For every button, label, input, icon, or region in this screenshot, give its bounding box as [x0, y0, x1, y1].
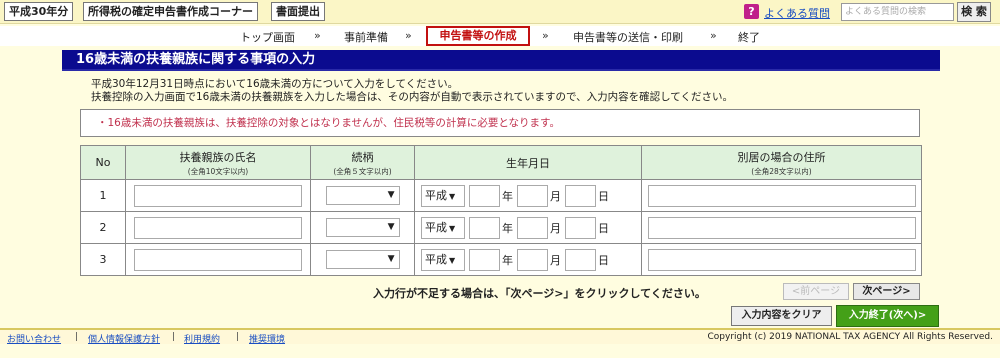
more-rows-note: 入力行が不足する場合は、「次ページ>」をクリックしてください。 — [373, 287, 706, 300]
year-label: 年 — [502, 253, 513, 267]
chevron-down-icon: ▼ — [449, 255, 456, 265]
footer-separator: | — [236, 332, 240, 342]
header-address: 別居の場合の住所 (全角28文字以内) — [641, 145, 922, 180]
day-label: 日 — [598, 253, 609, 267]
page-title: 16歳未満の扶養親族に関する事項の入力 — [62, 50, 940, 71]
name-input[interactable] — [134, 184, 302, 207]
year-input[interactable] — [469, 248, 500, 271]
faq-search-input[interactable] — [841, 3, 954, 21]
day-input[interactable] — [565, 216, 596, 239]
corner-title-tag: 所得税の確定申告書作成コーナー — [83, 2, 258, 21]
day-input[interactable] — [565, 184, 596, 207]
footer-link-terms[interactable]: 利用規約 — [184, 332, 220, 345]
era-select[interactable]: 平成 ▼ — [421, 184, 465, 207]
name-input[interactable] — [134, 216, 302, 239]
top-header: 平成30年分 所得税の確定申告書作成コーナー 書面提出 ? よくある質問 検 索 — [0, 0, 1000, 24]
year-input[interactable] — [469, 184, 500, 207]
finish-input-button[interactable]: 入力終了(次へ)> — [836, 305, 939, 327]
chevron-down-icon: ▼ — [387, 222, 395, 232]
step-prep: 事前準備 — [344, 31, 388, 44]
era-select[interactable]: 平成 ▼ — [421, 216, 465, 239]
step-top: トップ画面 — [240, 31, 295, 44]
clear-input-button[interactable]: 入力内容をクリア — [731, 306, 832, 326]
footer-separator: | — [172, 332, 176, 342]
help-question-icon[interactable]: ? — [744, 4, 759, 19]
month-input[interactable] — [517, 184, 548, 207]
month-label: 月 — [550, 189, 561, 203]
step-end: 終了 — [738, 31, 760, 44]
progress-steps: トップ画面 » 事前準備 » 申告書等の作成 » 申告書等の送信・印刷 » 終了 — [0, 26, 1000, 46]
year-label: 年 — [502, 221, 513, 235]
address-input[interactable] — [647, 216, 916, 239]
header-name: 扶養親族の氏名 (全角10文字以内) — [125, 145, 311, 180]
step-arrow: » — [710, 29, 717, 42]
prev-page-button[interactable]: <前ページ — [783, 283, 849, 300]
step-arrow: » — [542, 29, 549, 42]
era-select[interactable]: 平成 ▼ — [421, 248, 465, 271]
header-birthdate: 生年月日 — [414, 145, 642, 180]
address-input[interactable] — [647, 184, 916, 207]
row-number: 3 — [80, 243, 126, 276]
footer-link-environment[interactable]: 推奨環境 — [249, 332, 285, 345]
day-label: 日 — [598, 189, 609, 203]
year-input[interactable] — [469, 216, 500, 239]
name-input[interactable] — [134, 248, 302, 271]
copyright-text: Copyright (c) 2019 NATIONAL TAX AGENCY A… — [707, 332, 994, 342]
step-arrow: » — [314, 29, 321, 42]
day-input[interactable] — [565, 248, 596, 271]
row-number: 2 — [80, 211, 126, 244]
table-row: 2 ▼ 平成 ▼ 年 月 日 — [80, 211, 922, 244]
notice-box: ・16歳未満の扶養親族は、扶養控除の対象とはなりませんが、住民税等の計算に必要と… — [80, 109, 920, 137]
chevron-down-icon: ▼ — [449, 191, 456, 201]
table-row: 1 ▼ 平成 ▼ 年 月 日 — [80, 179, 922, 212]
dependents-table: No 扶養親族の氏名 (全角10文字以内) 続柄 (全角５文字以内) 生年月日 別居… — [80, 145, 922, 276]
step-send-print: 申告書等の送信・印刷 — [573, 31, 683, 44]
year-label: 年 — [502, 189, 513, 203]
month-label: 月 — [550, 253, 561, 267]
day-label: 日 — [598, 221, 609, 235]
footer: お問い合わせ | 個人情報保護方針 | 利用規約 | 推奨環境 Copyrigh… — [0, 328, 1000, 345]
intro-text-2: 扶養控除の入力画面で16歳未満の扶養親族を入力した場合は、その内容が自動で表示さ… — [91, 91, 733, 103]
faq-link[interactable]: よくある質問 — [764, 5, 830, 21]
paper-submission-tag: 書面提出 — [271, 2, 325, 21]
step-current-create: 申告書等の作成 — [426, 26, 530, 46]
tax-year-tag: 平成30年分 — [4, 2, 74, 21]
table-row: 3 ▼ 平成 ▼ 年 月 日 — [80, 243, 922, 276]
relation-select[interactable]: ▼ — [325, 250, 400, 269]
footer-link-contact[interactable]: お問い合わせ — [7, 332, 61, 345]
footer-separator: | — [75, 332, 79, 342]
step-arrow: » — [405, 29, 412, 42]
chevron-down-icon: ▼ — [387, 190, 395, 200]
chevron-down-icon: ▼ — [449, 223, 456, 233]
relation-select[interactable]: ▼ — [325, 218, 400, 237]
table-header-row: No 扶養親族の氏名 (全角10文字以内) 続柄 (全角５文字以内) 生年月日 別居… — [80, 145, 922, 180]
address-input[interactable] — [647, 248, 916, 271]
chevron-down-icon: ▼ — [387, 254, 395, 264]
next-page-button[interactable]: 次ページ> — [853, 283, 920, 300]
month-input[interactable] — [517, 216, 548, 239]
header-relation: 続柄 (全角５文字以内) — [310, 145, 415, 180]
header-no: No — [80, 145, 126, 180]
month-label: 月 — [550, 221, 561, 235]
month-input[interactable] — [517, 248, 548, 271]
relation-select[interactable]: ▼ — [325, 186, 400, 205]
row-number: 1 — [80, 179, 126, 212]
footer-link-privacy[interactable]: 個人情報保護方針 — [88, 332, 160, 345]
search-button[interactable]: 検 索 — [957, 2, 991, 22]
